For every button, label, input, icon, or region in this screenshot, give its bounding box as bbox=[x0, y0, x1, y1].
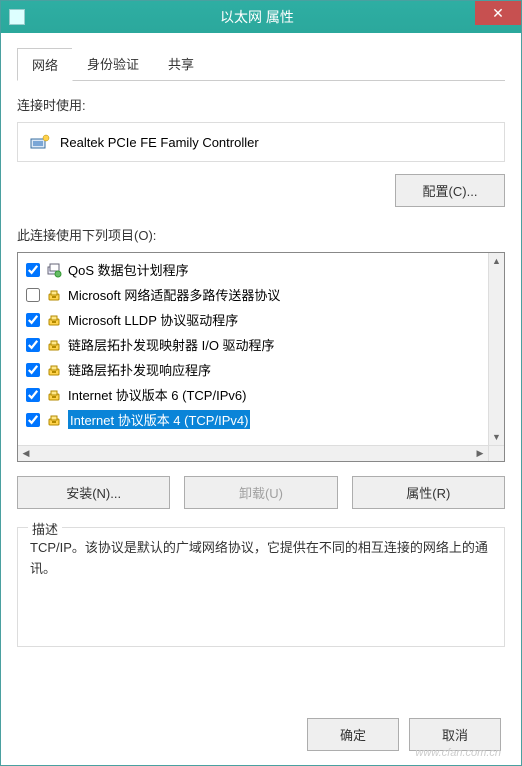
item-button-row: 安装(N)... 卸载(U) 属性(R) bbox=[17, 476, 505, 509]
scroll-right-arrow-icon[interactable]: ▶ bbox=[472, 446, 488, 461]
tab-auth[interactable]: 身份验证 bbox=[72, 47, 154, 80]
ok-button-label: 确定 bbox=[340, 728, 366, 743]
horizontal-scrollbar[interactable]: ◀ ▶ bbox=[18, 445, 488, 461]
description-legend: 描述 bbox=[28, 519, 62, 538]
item-label: 链路层拓扑发现映射器 I/O 驱动程序 bbox=[68, 335, 275, 354]
dialog-footer: 确定 取消 bbox=[307, 718, 501, 751]
item-label: Microsoft LLDP 协议驱动程序 bbox=[68, 310, 238, 329]
scroll-corner bbox=[488, 445, 504, 461]
tab-sharing-label: 共享 bbox=[168, 57, 194, 72]
list-item[interactable]: QoS 数据包计划程序 bbox=[20, 257, 486, 282]
item-checkbox[interactable] bbox=[26, 338, 40, 352]
install-button[interactable]: 安装(N)... bbox=[17, 476, 170, 509]
items-label: 此连接使用下列项目(O): bbox=[17, 225, 505, 244]
item-checkbox[interactable] bbox=[26, 313, 40, 327]
scroll-down-arrow-icon[interactable]: ▼ bbox=[489, 429, 504, 445]
install-button-label: 安装(N)... bbox=[66, 486, 121, 501]
list-item[interactable]: Microsoft LLDP 协议驱动程序 bbox=[20, 307, 486, 332]
item-checkbox[interactable] bbox=[26, 288, 40, 302]
item-label: Internet 协议版本 4 (TCP/IPv4) bbox=[68, 410, 250, 429]
hscroll-track[interactable] bbox=[34, 446, 472, 461]
network-adapter-icon bbox=[30, 133, 50, 151]
vscroll-track[interactable] bbox=[489, 269, 504, 429]
content-area: 网络 身份验证 共享 连接时使用: Realtek PCIe FE Family… bbox=[1, 33, 521, 667]
connect-using-label: 连接时使用: bbox=[17, 95, 505, 114]
cancel-button[interactable]: 取消 bbox=[409, 718, 501, 751]
tab-auth-label: 身份验证 bbox=[87, 57, 139, 72]
tab-strip: 网络 身份验证 共享 bbox=[17, 47, 505, 81]
uninstall-button: 卸载(U) bbox=[184, 476, 337, 509]
item-label: Microsoft 网络适配器多路传送器协议 bbox=[68, 285, 280, 304]
tab-network[interactable]: 网络 bbox=[17, 48, 73, 81]
close-button[interactable]: ✕ bbox=[475, 1, 521, 25]
list-item[interactable]: Internet 协议版本 4 (TCP/IPv4) bbox=[20, 407, 486, 432]
protocol-icon bbox=[46, 287, 62, 303]
list-item[interactable]: Internet 协议版本 6 (TCP/IPv6) bbox=[20, 382, 486, 407]
close-icon: ✕ bbox=[492, 5, 504, 22]
protocol-icon bbox=[46, 387, 62, 403]
configure-button[interactable]: 配置(C)... bbox=[395, 174, 505, 207]
item-checkbox[interactable] bbox=[26, 363, 40, 377]
list-item[interactable]: 链路层拓扑发现映射器 I/O 驱动程序 bbox=[20, 332, 486, 357]
protocol-icon bbox=[46, 412, 62, 428]
configure-row: 配置(C)... bbox=[17, 174, 505, 207]
description-text: TCP/IP。该协议是默认的广域网络协议，它提供在不同的相互连接的网络上的通讯。 bbox=[30, 538, 492, 580]
configure-button-label: 配置(C)... bbox=[423, 184, 478, 199]
ok-button[interactable]: 确定 bbox=[307, 718, 399, 751]
cancel-button-label: 取消 bbox=[442, 728, 468, 743]
scroll-up-arrow-icon[interactable]: ▲ bbox=[489, 253, 504, 269]
scroll-left-arrow-icon[interactable]: ◀ bbox=[18, 446, 34, 461]
protocol-icon bbox=[46, 337, 62, 353]
protocol-icon bbox=[46, 312, 62, 328]
tab-sharing[interactable]: 共享 bbox=[153, 47, 209, 80]
description-group: 描述 TCP/IP。该协议是默认的广域网络协议，它提供在不同的相互连接的网络上的… bbox=[17, 527, 505, 647]
adapter-box: Realtek PCIe FE Family Controller bbox=[17, 122, 505, 162]
properties-button[interactable]: 属性(R) bbox=[352, 476, 505, 509]
items-listbox: QoS 数据包计划程序 Microsoft 网络适配器多路传送器协议 Microso… bbox=[17, 252, 505, 462]
adapter-name: Realtek PCIe FE Family Controller bbox=[60, 135, 259, 150]
item-label: QoS 数据包计划程序 bbox=[68, 260, 189, 279]
item-checkbox[interactable] bbox=[26, 413, 40, 427]
titlebar: 以太网 属性 ✕ bbox=[1, 1, 521, 33]
items-list[interactable]: QoS 数据包计划程序 Microsoft 网络适配器多路传送器协议 Microso… bbox=[18, 253, 488, 445]
item-checkbox[interactable] bbox=[26, 263, 40, 277]
protocol-icon bbox=[46, 362, 62, 378]
item-label: 链路层拓扑发现响应程序 bbox=[68, 360, 211, 379]
properties-window: 以太网 属性 ✕ 网络 身份验证 共享 连接时使用: Realtek PCIe … bbox=[0, 0, 522, 766]
list-item[interactable]: Microsoft 网络适配器多路传送器协议 bbox=[20, 282, 486, 307]
uninstall-button-label: 卸载(U) bbox=[239, 486, 283, 501]
window-icon bbox=[9, 9, 25, 25]
properties-button-label: 属性(R) bbox=[406, 486, 450, 501]
tab-network-label: 网络 bbox=[32, 58, 58, 73]
window-title: 以太网 属性 bbox=[33, 7, 521, 27]
service-icon bbox=[46, 262, 62, 278]
vertical-scrollbar[interactable]: ▲ ▼ bbox=[488, 253, 504, 445]
item-label: Internet 协议版本 6 (TCP/IPv6) bbox=[68, 385, 246, 404]
list-item[interactable]: 链路层拓扑发现响应程序 bbox=[20, 357, 486, 382]
item-checkbox[interactable] bbox=[26, 388, 40, 402]
